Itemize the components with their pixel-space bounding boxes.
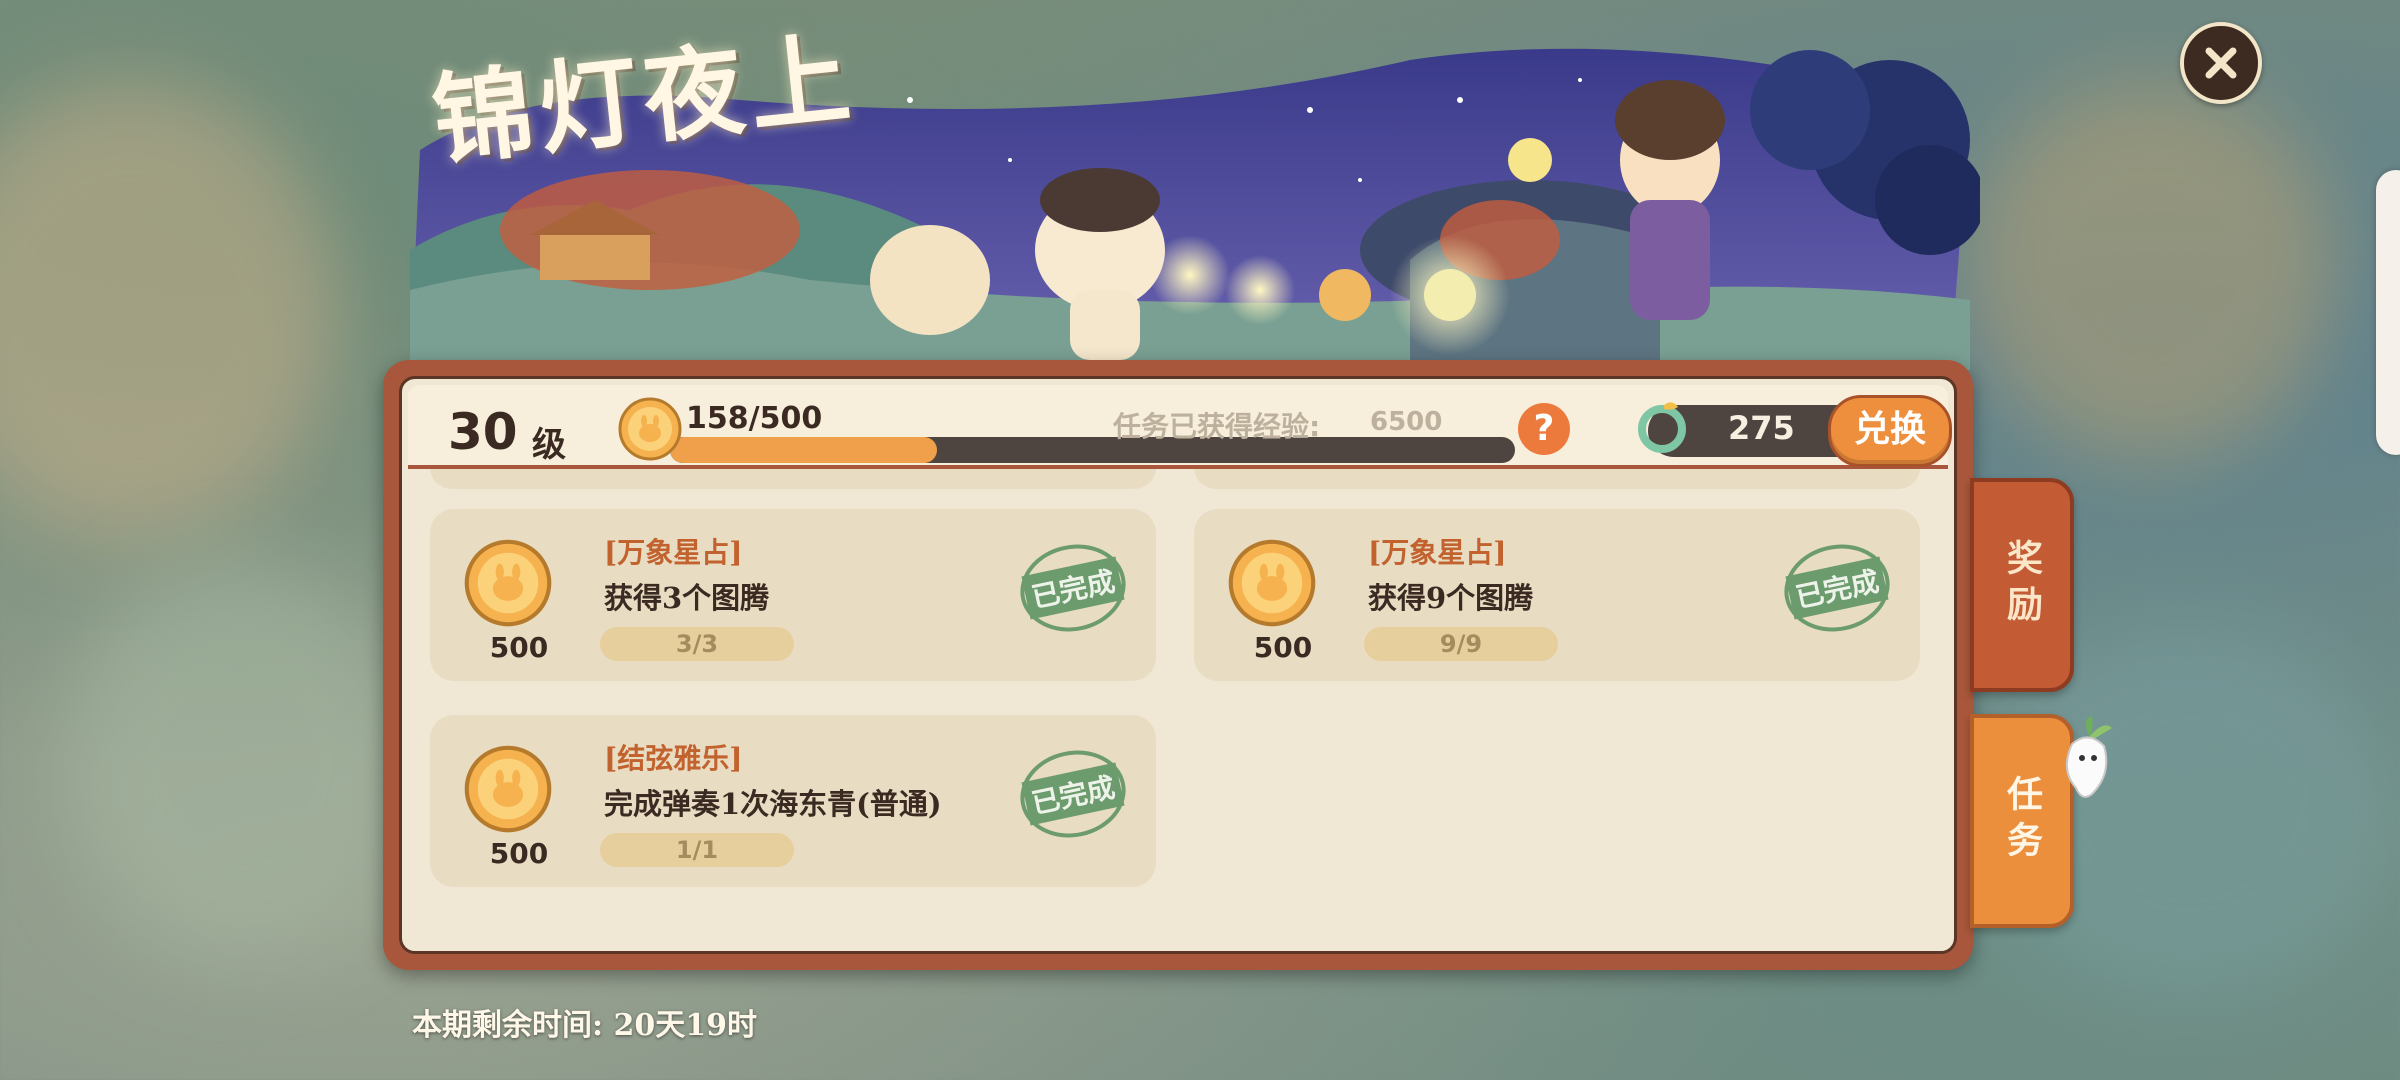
help-button[interactable]: ? [1518,403,1570,455]
experience-coin-icon [618,397,682,461]
task-panel-inner: 30 级 158/500 任务已获得经验: 6500 ? 275 兑换 500 … [399,376,1957,954]
help-icon: ? [1533,408,1555,449]
exp-text: 158/500 [686,401,823,436]
experience-coin-icon [1228,539,1316,627]
level-unit: 级 [532,425,566,465]
tab-reward[interactable]: 奖励 [1970,478,2074,692]
background-blur [60,560,420,960]
currency-amount: 275 [1728,409,1795,447]
completed-stamp: 已完成 [1012,534,1134,642]
task-progress: 3/3 [600,627,794,661]
task-progress: 1/1 [600,833,794,867]
experience-coin-icon [464,539,552,627]
task-reward-value: 500 [1253,631,1313,664]
side-panel-handle[interactable] [2376,170,2400,455]
task-name: 获得3个图腾 [604,581,770,615]
tab-task-label: 任务 [2001,775,2043,867]
task-card[interactable]: 500 [万象星占] 获得3个图腾 3/3 已完成 [430,509,1156,681]
task-category: [万象星占] [604,536,743,569]
task-panel: 30 级 158/500 任务已获得经验: 6500 ? 275 兑换 500 … [383,360,1973,970]
completed-stamp: 已完成 [1012,740,1134,848]
task-card-partial [430,469,1156,489]
task-list[interactable]: 500 [万象星占] 获得3个图腾 3/3 已完成 500 [万象星占] 获得9… [408,469,1948,945]
exp-progress-bar [670,437,1515,463]
task-reward-value: 500 [489,631,549,664]
task-card[interactable]: 500 [结弦雅乐] 完成弹奏1次海东青(普通) 1/1 已完成 [430,715,1156,887]
jade-token-icon [1638,402,1686,453]
task-reward-value: 500 [489,837,549,870]
level-header: 30 级 158/500 任务已获得经验: 6500 ? 275 兑换 [408,385,1952,469]
task-exp-value: 6500 [1370,407,1443,437]
task-card-partial [1194,469,1920,489]
task-progress: 9/9 [1364,627,1558,661]
task-exp-label: 任务已获得经验: [1113,410,1321,443]
task-category: [结弦雅乐] [604,742,743,775]
completed-stamp-text: 已完成 [1785,556,1889,620]
completed-stamp: 已完成 [1776,534,1898,642]
task-name: 获得9个图腾 [1368,581,1534,615]
task-card[interactable]: 500 [万象星占] 获得9个图腾 9/9 已完成 [1194,509,1920,681]
tab-reward-label: 奖励 [2001,539,2043,631]
completed-stamp-text: 已完成 [1021,762,1125,826]
remaining-time: 本期剩余时间: 20天19时 [412,1008,758,1043]
level-number: 30 [448,403,518,461]
background-blur [0,80,340,540]
close-icon [2205,47,2237,79]
experience-coin-icon [464,745,552,833]
close-button[interactable] [2180,22,2262,104]
task-category: [万象星占] [1368,536,1507,569]
exp-progress-fill [670,437,938,463]
task-name: 完成弹奏1次海东青(普通) [604,787,942,821]
background-blur [1960,80,2340,460]
completed-stamp-text: 已完成 [1021,556,1125,620]
radish-mascot-icon [2065,716,2112,798]
exchange-button[interactable]: 兑换 [1828,395,1952,467]
